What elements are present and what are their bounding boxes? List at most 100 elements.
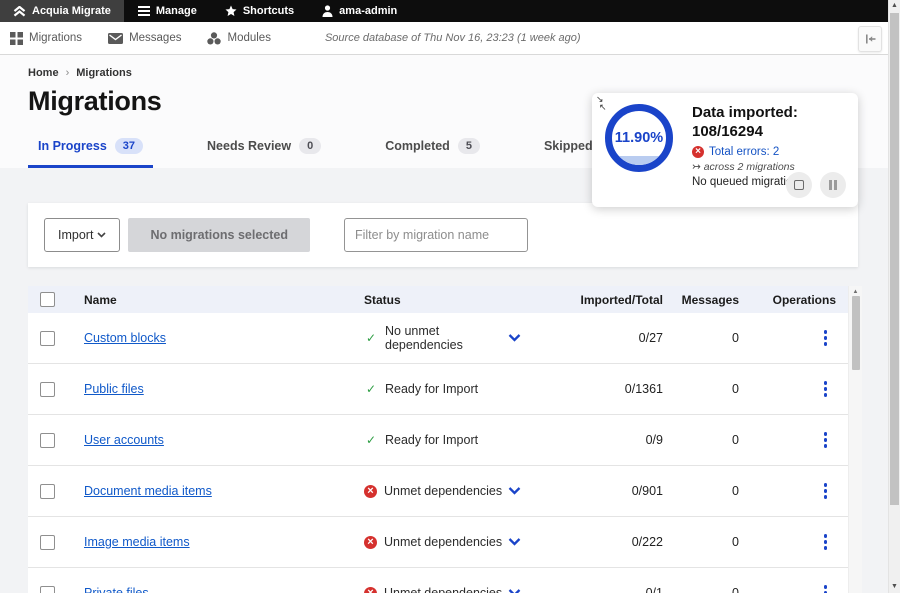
table-row: Public files Ready for Import 0/1361 0: [28, 364, 848, 415]
header-messages: Messages: [668, 293, 744, 307]
nav-messages-label: Messages: [129, 32, 181, 44]
table-row: User accounts Ready for Import 0/9 0: [28, 415, 848, 466]
tab[interactable]: Needs Review 0: [197, 138, 331, 168]
table-scrollbar-thumb[interactable]: [852, 296, 860, 370]
migration-filter-input[interactable]: [344, 218, 528, 252]
nav-modules[interactable]: Modules: [207, 32, 270, 45]
migration-name-link[interactable]: Custom blocks: [84, 331, 166, 345]
progress-percentage: 11.90%: [615, 130, 663, 146]
scroll-up-icon[interactable]: ▲: [849, 286, 862, 295]
row-checkbox[interactable]: [40, 535, 55, 550]
shortcuts-menu[interactable]: Shortcuts: [211, 0, 308, 22]
page-scroll-down-icon[interactable]: ▼: [889, 581, 900, 593]
admin-toolbar: Acquia Migrate Manage Shortcuts ama-admi…: [0, 0, 900, 22]
header-status: Status: [364, 293, 558, 307]
operations-menu-icon[interactable]: [821, 378, 831, 400]
page-scroll-up-icon[interactable]: ▲: [889, 0, 900, 12]
acquia-logo-icon: [13, 6, 26, 17]
tray-collapse-button[interactable]: [858, 26, 882, 52]
page-scrollbar-thumb[interactable]: [890, 13, 899, 505]
status-text: Ready for Import: [385, 382, 478, 396]
status-icon: [364, 536, 377, 549]
selection-status-button[interactable]: No migrations selected: [128, 218, 310, 252]
migration-name-link[interactable]: Public files: [84, 382, 144, 396]
table-body: Custom blocks No unmet dependencies 0/27…: [28, 313, 862, 593]
operations-menu-icon[interactable]: [821, 327, 831, 349]
messages-count: 0: [668, 331, 744, 345]
status-icon: [364, 587, 377, 593]
acquia-migrate-brand[interactable]: Acquia Migrate: [0, 0, 124, 22]
select-all-checkbox[interactable]: [40, 292, 55, 307]
imported-total-value: 0/1: [558, 586, 668, 593]
row-checkbox[interactable]: [40, 382, 55, 397]
row-checkbox[interactable]: [40, 586, 55, 593]
nav-messages[interactable]: Messages: [108, 32, 181, 44]
migration-name-link[interactable]: Image media items: [84, 535, 190, 549]
tab[interactable]: Completed 5: [375, 138, 490, 168]
table-row: Custom blocks No unmet dependencies 0/27…: [28, 313, 848, 364]
status-text: No unmet dependencies: [385, 324, 508, 352]
status-icon: [364, 331, 378, 345]
nav-migrations[interactable]: Migrations: [10, 32, 82, 45]
stop-icon: [794, 180, 804, 190]
tab-label: Needs Review: [207, 139, 291, 153]
migration-name-link[interactable]: Document media items: [84, 484, 212, 498]
user-menu[interactable]: ama-admin: [308, 0, 411, 22]
table-header-row: Name Status Imported/Total Messages Oper…: [28, 286, 848, 313]
error-icon: [692, 146, 704, 158]
page-scrollbar[interactable]: ▲ ▼: [888, 0, 900, 593]
manage-menu[interactable]: Manage: [124, 0, 211, 22]
breadcrumb: Home Migrations: [28, 67, 900, 79]
envelope-icon: [108, 33, 123, 44]
imported-total-value: 0/1361: [558, 382, 668, 396]
header-imported-total: Imported/Total: [558, 293, 668, 307]
breadcrumb-current: Migrations: [76, 67, 132, 79]
tab-label: In Progress: [38, 139, 107, 153]
breadcrumb-home-link[interactable]: Home: [28, 67, 59, 79]
expand-chevron-icon[interactable]: [508, 334, 521, 342]
row-checkbox[interactable]: [40, 484, 55, 499]
operations-menu-icon[interactable]: [821, 480, 831, 502]
expand-chevron-icon[interactable]: [508, 487, 521, 495]
manage-label: Manage: [156, 5, 197, 17]
total-errors-link[interactable]: Total errors: 2: [709, 146, 779, 158]
shortcuts-label: Shortcuts: [243, 5, 294, 17]
status-icon: [364, 382, 378, 396]
import-dropdown-button[interactable]: Import: [44, 218, 120, 252]
tray-collapse-icon: [865, 34, 876, 44]
operations-menu-icon[interactable]: [821, 429, 831, 451]
table-scrollbar[interactable]: ▲: [848, 286, 862, 593]
migrations-table: Name Status Imported/Total Messages Oper…: [28, 286, 862, 593]
resize-handle-icon[interactable]: ↘↖: [596, 95, 607, 111]
migration-name-link[interactable]: Private files: [84, 586, 149, 593]
source-database-note: Source database of Thu Nov 16, 23:23 (1 …: [325, 32, 581, 44]
tab[interactable]: In Progress 37: [28, 138, 153, 168]
status-text: Ready for Import: [385, 433, 478, 447]
row-checkbox[interactable]: [40, 331, 55, 346]
nav-migrations-label: Migrations: [29, 32, 82, 44]
status-icon: [364, 485, 377, 498]
tab-count-badge: 0: [299, 138, 321, 154]
expand-chevron-icon[interactable]: [508, 589, 521, 593]
row-checkbox[interactable]: [40, 433, 55, 448]
brand-label: Acquia Migrate: [32, 5, 111, 17]
imported-total-value: 0/901: [558, 484, 668, 498]
user-icon: [322, 5, 333, 17]
imported-total-value: 0/27: [558, 331, 668, 345]
secondary-toolbar: Migrations Messages Modules Source datab…: [0, 22, 900, 55]
operations-menu-icon[interactable]: [821, 531, 831, 553]
operations-menu-icon[interactable]: [821, 582, 831, 593]
breadcrumb-separator-icon: [66, 67, 70, 79]
tab-count-badge: 5: [458, 138, 480, 154]
pause-import-button[interactable]: [820, 172, 846, 198]
expand-chevron-icon[interactable]: [508, 538, 521, 546]
tab-count-badge: 37: [115, 138, 143, 154]
status-icon: [364, 433, 378, 447]
tab-label: Skipped: [544, 139, 593, 153]
modules-icon: [207, 32, 221, 45]
migration-name-link[interactable]: User accounts: [84, 433, 164, 447]
data-imported-count: 108/16294: [692, 123, 850, 142]
across-migrations-note: across 2 migrations: [692, 161, 850, 173]
stop-import-button[interactable]: [786, 172, 812, 198]
star-icon: [225, 5, 237, 17]
